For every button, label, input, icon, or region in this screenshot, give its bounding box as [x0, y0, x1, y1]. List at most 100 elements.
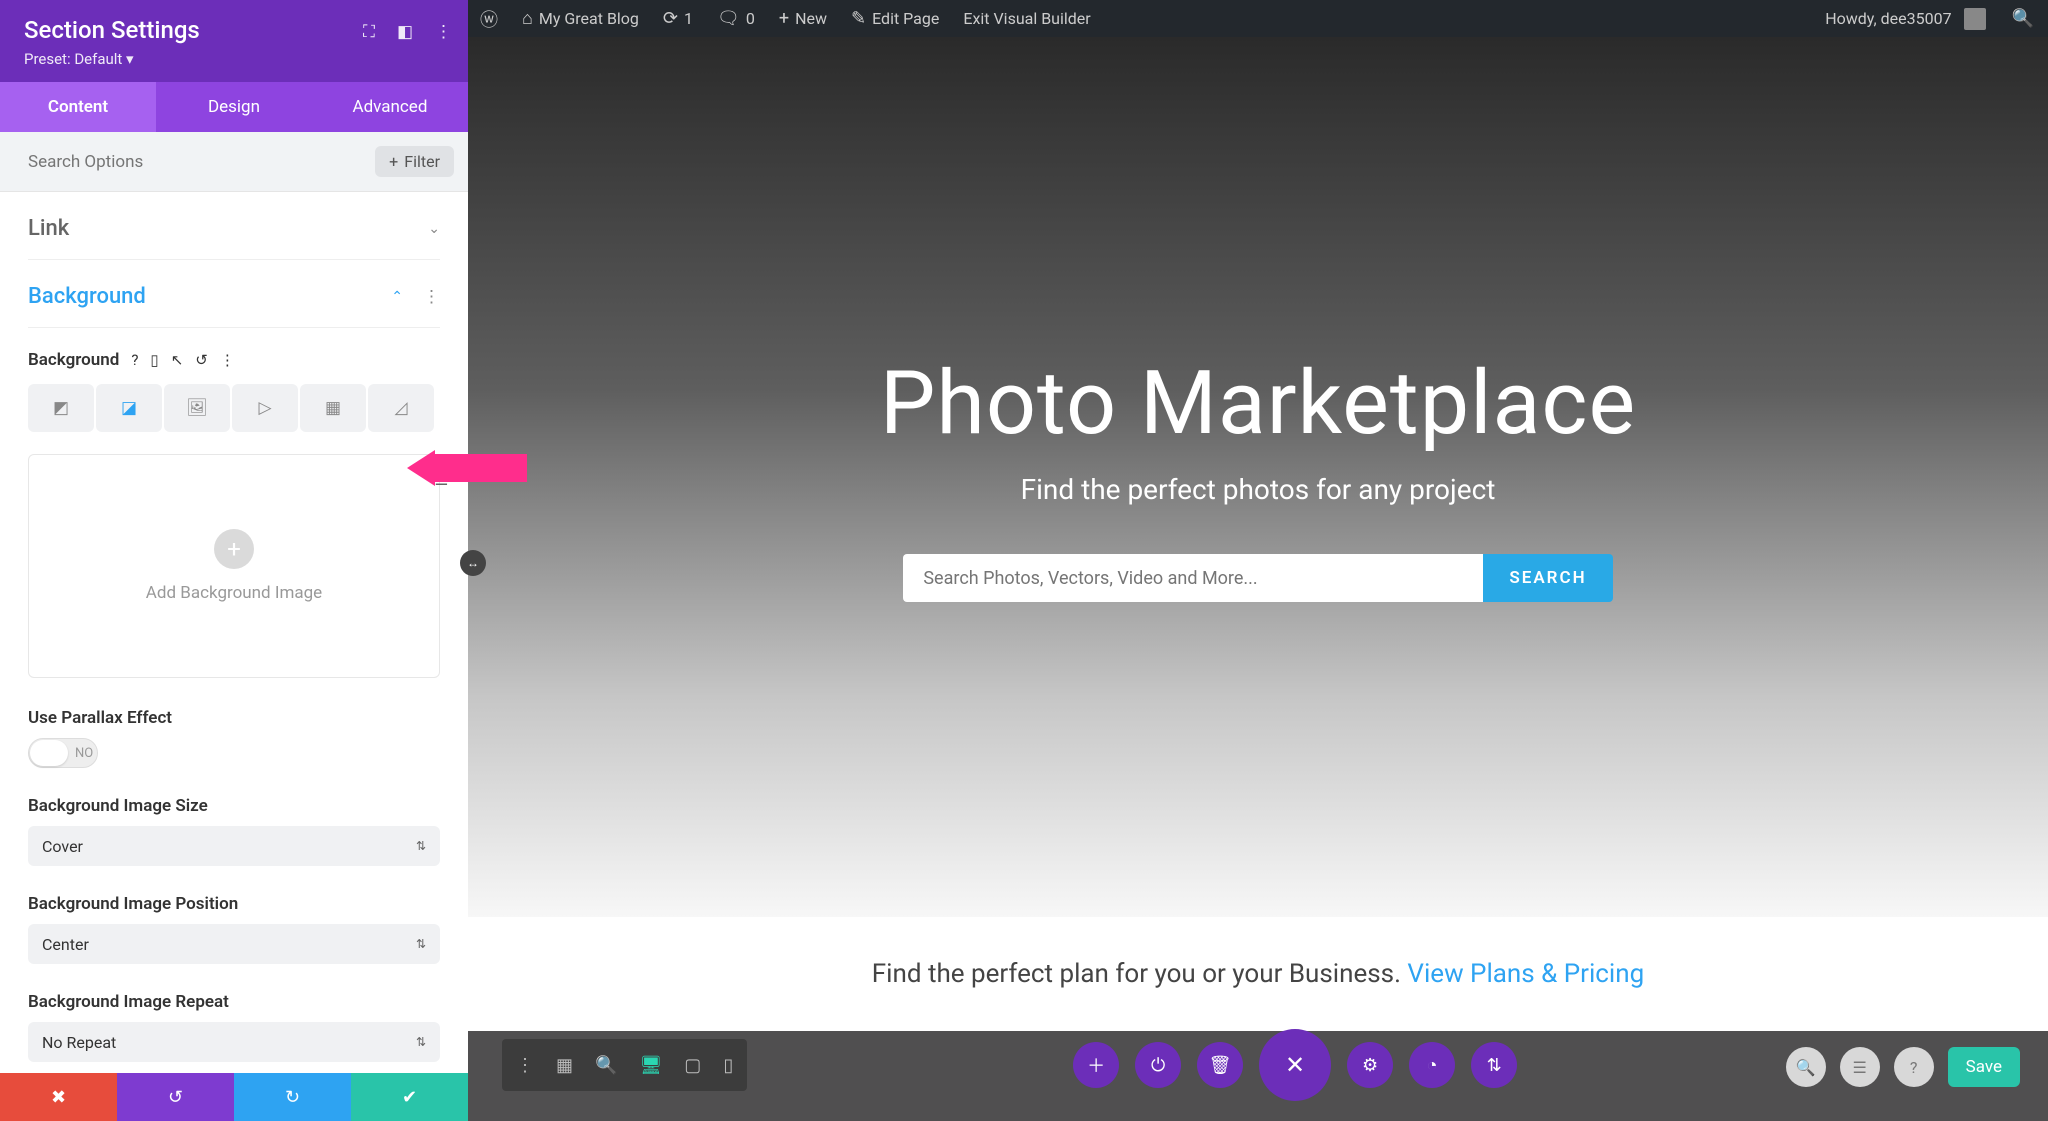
expand-icon[interactable]: ⛶: [363, 22, 375, 42]
hover-icon[interactable]: ↖: [171, 351, 184, 369]
section-more-icon[interactable]: ⋮: [423, 287, 440, 307]
close-icon: ✖: [51, 1087, 66, 1108]
bg-image-size-option: Background Image Size Cover: [28, 796, 440, 866]
redo-button[interactable]: ↻: [234, 1073, 351, 1121]
desktop-icon[interactable]: 🖥: [639, 1055, 662, 1076]
builder-more-icon[interactable]: ⋮: [516, 1055, 534, 1076]
snap-icon[interactable]: ◧: [397, 22, 413, 42]
hero-search-button[interactable]: SEARCH: [1483, 554, 1612, 602]
view-plans-link[interactable]: View Plans & Pricing: [1407, 959, 1644, 989]
save-button[interactable]: ✔: [351, 1073, 468, 1121]
bg-tab-pattern[interactable]: ▦: [300, 384, 366, 432]
section-link[interactable]: Link ⌄: [28, 192, 440, 260]
bg-image-position-select[interactable]: Center: [28, 924, 440, 964]
zoom-icon[interactable]: 🔍: [595, 1055, 617, 1076]
options-more-icon[interactable]: ⋮: [220, 351, 235, 369]
panel-resize-handle[interactable]: ↔: [460, 550, 486, 576]
section-background-title: Background: [28, 284, 146, 309]
plus-icon: +: [389, 152, 398, 171]
edit-page[interactable]: ✎ Edit Page: [839, 0, 951, 37]
background-type-tabs: ◩ ◪ 🖼 ▷ ▦ ◿: [28, 384, 440, 432]
bg-tab-color[interactable]: ◩: [28, 384, 94, 432]
edit-label: Edit Page: [872, 9, 939, 28]
filter-button[interactable]: +Filter: [375, 146, 454, 177]
annotation-arrow: [407, 450, 527, 486]
help-icon[interactable]: ?: [131, 351, 138, 369]
section-link-title: Link: [28, 216, 69, 241]
right-controls: 🔍 ☰ ? Save: [1786, 1047, 2020, 1087]
history-button[interactable]: ◔: [1409, 1042, 1455, 1088]
help-button[interactable]: ?: [1894, 1047, 1934, 1087]
hero-search: SEARCH: [903, 554, 1612, 602]
toggle-knob: [30, 740, 68, 766]
bg-tab-video[interactable]: ▷: [232, 384, 298, 432]
more-icon[interactable]: ⋮: [435, 22, 452, 42]
refresh-icon: ⟳: [663, 8, 678, 29]
exit-label: Exit Visual Builder: [963, 9, 1090, 28]
clear-layout-button[interactable]: 🗑: [1197, 1042, 1243, 1088]
save-draft-button[interactable]: ⏻: [1135, 1042, 1181, 1088]
gear-icon: ⚙: [1362, 1055, 1378, 1076]
comments[interactable]: 🗨0: [705, 0, 767, 37]
hero-title: Photo Marketplace: [880, 352, 1636, 455]
page-preview: Photo Marketplace Find the perfect photo…: [468, 37, 2048, 1121]
tab-content[interactable]: Content: [0, 82, 156, 132]
revisions[interactable]: ⟳1: [651, 0, 705, 37]
my-account[interactable]: Howdy, dee35007: [1813, 0, 1997, 37]
chevron-up-icon: ⌃: [391, 289, 403, 305]
bg-tab-gradient[interactable]: ◪: [96, 384, 162, 432]
options-search-input[interactable]: [28, 152, 375, 172]
wp-admin-bar: ⓦ ⌂My Great Blog ⟳1 🗨0 +New ✎ Edit Page E…: [468, 0, 2048, 37]
cancel-button[interactable]: ✖: [0, 1073, 117, 1121]
save-page-button[interactable]: Save: [1948, 1047, 2020, 1087]
hero-section: Photo Marketplace Find the perfect photo…: [468, 37, 2048, 917]
chevron-down-icon: ⌄: [428, 221, 440, 237]
comment-icon: 🗨: [717, 8, 740, 29]
phone-icon[interactable]: ▯: [150, 351, 158, 369]
clock-icon: ◔: [1427, 1055, 1438, 1076]
video-icon: ▷: [258, 398, 271, 418]
bg-tab-mask[interactable]: ◿: [368, 384, 434, 432]
add-bg-image-label: Add Background Image: [146, 583, 322, 603]
section-settings-panel: Section Settings Preset: Default ▾ ⛶ ◧ ⋮…: [0, 0, 468, 1081]
admin-search[interactable]: 🔍: [1998, 0, 2048, 37]
plan-bar-text: Find the perfect plan for you or your Bu…: [872, 959, 1408, 989]
close-builder-button[interactable]: ✕: [1259, 1029, 1331, 1101]
paint-icon: ◩: [53, 398, 69, 418]
panel-body: Link ⌄ Background ⌃ ⋮ Background ? ▯ ↖ ↺…: [0, 192, 468, 1081]
layers-icon: ☰: [1852, 1058, 1866, 1077]
portability-button[interactable]: ⇅: [1471, 1042, 1517, 1088]
reset-icon[interactable]: ↺: [195, 351, 208, 369]
wireframe-icon[interactable]: ▦: [556, 1055, 573, 1076]
bg-image-repeat-select[interactable]: No Repeat: [28, 1022, 440, 1062]
panel-header: Section Settings Preset: Default ▾ ⛶ ◧ ⋮: [0, 0, 468, 82]
new-content[interactable]: +New: [767, 0, 839, 37]
undo-button[interactable]: ↺: [117, 1073, 234, 1121]
page-settings-button[interactable]: ⚙: [1347, 1042, 1393, 1088]
section-background[interactable]: Background ⌃ ⋮: [28, 260, 440, 328]
tablet-icon[interactable]: ▢: [684, 1055, 701, 1076]
exit-visual-builder[interactable]: Exit Visual Builder: [951, 0, 1102, 37]
add-section-button[interactable]: ＋: [1073, 1042, 1119, 1088]
bg-image-repeat-option: Background Image Repeat No Repeat: [28, 992, 440, 1062]
layers-button[interactable]: ☰: [1840, 1047, 1880, 1087]
parallax-toggle[interactable]: NO: [28, 738, 98, 768]
wp-logo[interactable]: ⓦ: [468, 0, 510, 37]
builder-bottom-bar: ⋮ ▦ 🔍 🖥 ▢ ▯ ＋ ⏻ 🗑 ✕ ⚙ ◔ ⇅: [502, 1039, 1843, 1091]
site-name[interactable]: ⌂My Great Blog: [510, 0, 651, 37]
avatar-icon: [1964, 8, 1986, 30]
tab-advanced[interactable]: Advanced: [312, 82, 468, 132]
preset-selector[interactable]: Preset: Default ▾: [24, 50, 444, 68]
bg-tab-image[interactable]: 🖼: [164, 384, 230, 432]
add-background-image-area[interactable]: ≣ + Add Background Image: [28, 454, 440, 678]
find-replace-button[interactable]: 🔍: [1786, 1047, 1826, 1087]
pencil-icon: ✎: [851, 8, 866, 29]
tab-design[interactable]: Design: [156, 82, 312, 132]
hero-search-input[interactable]: [903, 554, 1483, 602]
phone-preview-icon[interactable]: ▯: [723, 1055, 733, 1076]
dashboard-icon: ⌂: [522, 8, 533, 29]
gradient-icon: ◪: [121, 398, 137, 418]
search-icon: 🔍: [1796, 1058, 1816, 1077]
bg-image-size-select[interactable]: Cover: [28, 826, 440, 866]
add-image-plus-icon[interactable]: +: [214, 529, 254, 569]
